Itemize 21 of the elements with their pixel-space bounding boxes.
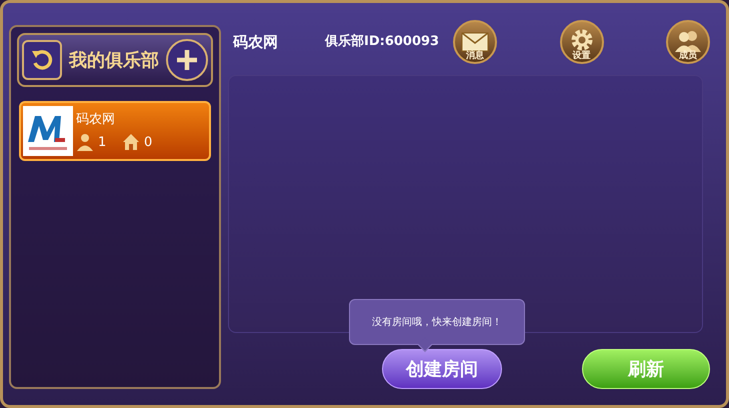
member-count: 1: [98, 134, 108, 152]
tooltip-text: 没有房间哦，快来创建房间！: [372, 316, 502, 330]
person-icon: [76, 133, 94, 152]
add-club-button[interactable]: [166, 39, 208, 81]
sidebar-title: 我的俱乐部: [69, 48, 159, 72]
plus-icon: [175, 48, 199, 72]
house-icon: [122, 133, 140, 152]
gear-icon: [570, 28, 594, 52]
gear-button[interactable]: 设置: [560, 20, 604, 64]
club-id: 俱乐部ID:600093: [325, 32, 440, 52]
mail-button[interactable]: 消息: [453, 20, 497, 64]
club-logo: [23, 106, 73, 156]
club-name: 码农网: [233, 32, 279, 53]
club-name: 码农网: [76, 111, 116, 129]
people-button[interactable]: 成员: [666, 20, 710, 64]
envelope-icon: [461, 32, 489, 52]
create-room-button[interactable]: 创建房间: [382, 349, 502, 389]
room-count: 0: [144, 134, 152, 152]
refresh-button[interactable]: [22, 40, 62, 80]
people-icon: [674, 30, 702, 52]
club-item[interactable]: 码农网 1 0: [19, 101, 211, 161]
